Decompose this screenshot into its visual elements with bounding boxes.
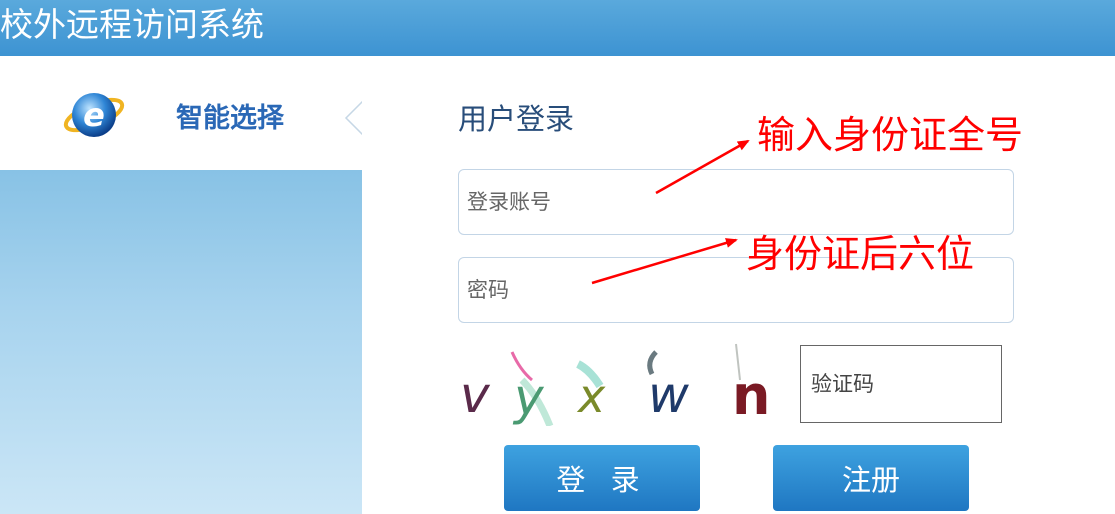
- login-title: 用户登录: [458, 102, 575, 136]
- annotation-password-note: 身份证后六位: [746, 232, 975, 276]
- ie-browser-icon: e: [63, 93, 125, 137]
- captcha-char-2: y: [512, 368, 545, 426]
- login-button[interactable]: 登 录: [504, 445, 700, 511]
- svg-text:e: e: [83, 96, 105, 134]
- captcha-image[interactable]: v y x w n: [460, 340, 780, 426]
- captcha-char-3: x: [576, 369, 606, 423]
- captcha-char-4: w: [648, 366, 689, 424]
- captcha-char-1: v: [460, 366, 491, 424]
- register-button[interactable]: 注册: [773, 445, 969, 511]
- captcha-char-5: n: [732, 364, 770, 426]
- app-title: 校外远程访问系统: [0, 5, 264, 44]
- sidebar-item-smart-select[interactable]: e 智能选择: [0, 56, 366, 170]
- captcha-input[interactable]: [800, 345, 1002, 423]
- annotation-account-note: 输入身份证全号: [757, 113, 1024, 157]
- sidebar: e 智能选择: [0, 56, 366, 514]
- title-bar: 校外远程访问系统: [0, 0, 1115, 56]
- sidebar-item-label: 智能选择: [176, 103, 284, 134]
